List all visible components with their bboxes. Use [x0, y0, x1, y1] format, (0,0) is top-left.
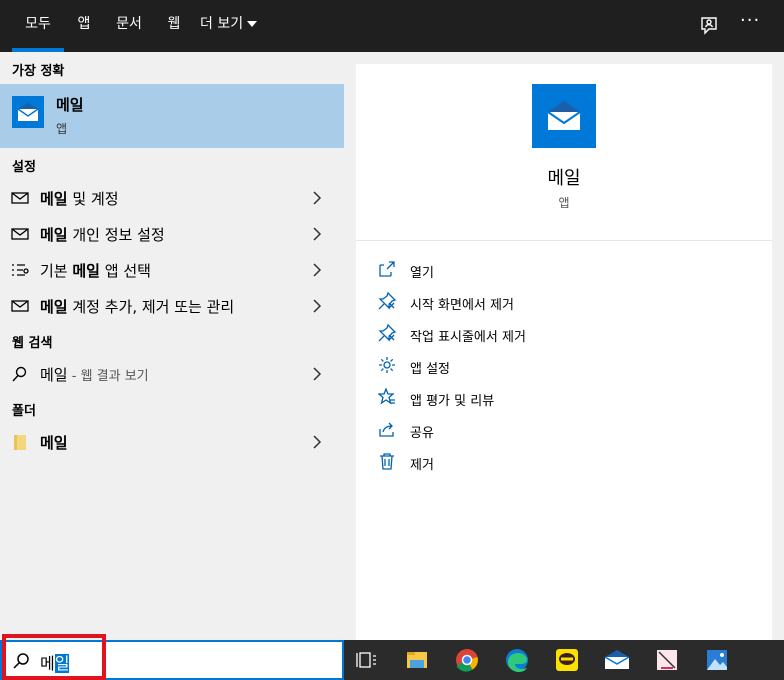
action-share[interactable]: 공유: [378, 416, 758, 444]
search-icon: [12, 366, 27, 382]
chevron-right-icon: [313, 191, 322, 205]
setting-item-label: 기본 메일 앱 선택: [40, 262, 151, 280]
best-match-heading: 가장 정확: [12, 64, 65, 79]
detail-pane: 메일 앱 열기 시작 화면에서 제거 작업 표시줄에서 제거 앱 설정 앱 평가…: [356, 64, 772, 640]
taskbar: [344, 640, 784, 680]
chevron-right-icon: [313, 435, 322, 449]
chevron-down-icon: [247, 21, 258, 27]
action-label: 열기: [410, 266, 434, 281]
unpin-icon: [378, 292, 396, 310]
open-icon: [379, 261, 395, 277]
folders-heading: 폴더: [12, 404, 36, 419]
mail-app-icon: [532, 84, 596, 148]
search-filter-bar: 모두 앱 문서 웹 더 보기 ···: [0, 0, 784, 52]
setting-item-label: 메일 개인 정보 설정: [40, 226, 165, 244]
annotation-highlight-box: [2, 634, 106, 680]
more-options-icon[interactable]: ···: [740, 10, 764, 34]
action-label: 시작 화면에서 제거: [410, 298, 514, 313]
chevron-right-icon: [313, 367, 322, 381]
list-settings-icon: [12, 264, 29, 276]
action-label: 작업 표시줄에서 제거: [410, 330, 526, 345]
action-unpin-start[interactable]: 시작 화면에서 제거: [378, 288, 758, 316]
action-rate-review[interactable]: 앱 평가 및 리뷰: [378, 384, 758, 412]
gear-icon: [379, 357, 395, 373]
setting-item-label: 메일 계정 추가, 제거 또는 관리: [40, 298, 235, 316]
feedback-icon[interactable]: [698, 14, 722, 38]
web-search-heading: 웹 검색: [12, 336, 53, 351]
tab-documents[interactable]: 문서: [108, 0, 150, 52]
folder-icon: [14, 435, 26, 450]
task-view-icon[interactable]: [344, 640, 390, 680]
action-uninstall[interactable]: 제거: [378, 448, 758, 476]
action-label: 앱 평가 및 리뷰: [410, 394, 495, 409]
action-unpin-taskbar[interactable]: 작업 표시줄에서 제거: [378, 320, 758, 348]
setting-item-manage-accounts[interactable]: 메일 계정 추가, 제거 또는 관리: [0, 288, 344, 324]
action-open[interactable]: 열기: [378, 256, 758, 284]
photos-icon[interactable]: [694, 640, 740, 680]
chrome-icon[interactable]: [444, 640, 490, 680]
detail-app-type: 앱: [558, 196, 570, 210]
paint-icon[interactable]: [644, 640, 690, 680]
kakaotalk-icon[interactable]: [544, 640, 590, 680]
web-search-label: 메일 - 웹 결과 보기: [40, 366, 149, 384]
action-label: 앱 설정: [410, 362, 451, 377]
envelope-icon: [11, 300, 29, 312]
edge-icon[interactable]: [494, 640, 540, 680]
trash-icon: [380, 453, 394, 470]
tab-web[interactable]: 웹: [160, 0, 188, 52]
envelope-icon: [11, 228, 29, 240]
settings-heading: 설정: [12, 160, 36, 175]
envelope-icon: [11, 192, 29, 204]
divider: [356, 240, 772, 241]
tab-more[interactable]: 더 보기: [200, 0, 274, 52]
share-icon: [379, 422, 394, 437]
mail-app-icon: [12, 96, 44, 128]
web-search-item[interactable]: 메일 - 웹 결과 보기: [0, 356, 344, 392]
setting-item-label: 메일 및 계정: [40, 190, 119, 208]
mail-icon[interactable]: [594, 640, 640, 680]
setting-item-mail-accounts[interactable]: 메일 및 계정: [0, 180, 344, 216]
best-match-item[interactable]: 메일 앱: [0, 84, 344, 148]
action-label: 공유: [410, 426, 434, 441]
chevron-right-icon: [313, 227, 322, 241]
folder-item-mail[interactable]: 메일: [0, 424, 344, 460]
results-pane: 가장 정확 메일 앱 설정 메일 및 계정 메일 개인 정보 설정 기본 메일 …: [0, 52, 344, 640]
star-icon: [378, 388, 395, 405]
chevron-right-icon: [313, 263, 322, 277]
setting-item-mail-privacy[interactable]: 메일 개인 정보 설정: [0, 216, 344, 252]
action-app-settings[interactable]: 앱 설정: [378, 352, 758, 380]
setting-item-default-mail-app[interactable]: 기본 메일 앱 선택: [0, 252, 344, 288]
tab-all[interactable]: 모두: [12, 0, 64, 52]
unpin-icon: [378, 324, 396, 342]
tab-apps[interactable]: 앱: [70, 0, 98, 52]
folder-name: 메일: [40, 434, 68, 452]
best-match-type: 앱: [56, 122, 68, 136]
detail-app-name: 메일: [547, 168, 581, 189]
best-match-name: 메일: [56, 96, 84, 114]
action-label: 제거: [410, 458, 434, 473]
chevron-right-icon: [313, 299, 322, 313]
file-explorer-icon[interactable]: [394, 640, 440, 680]
tab-more-label: 더 보기: [200, 16, 244, 32]
